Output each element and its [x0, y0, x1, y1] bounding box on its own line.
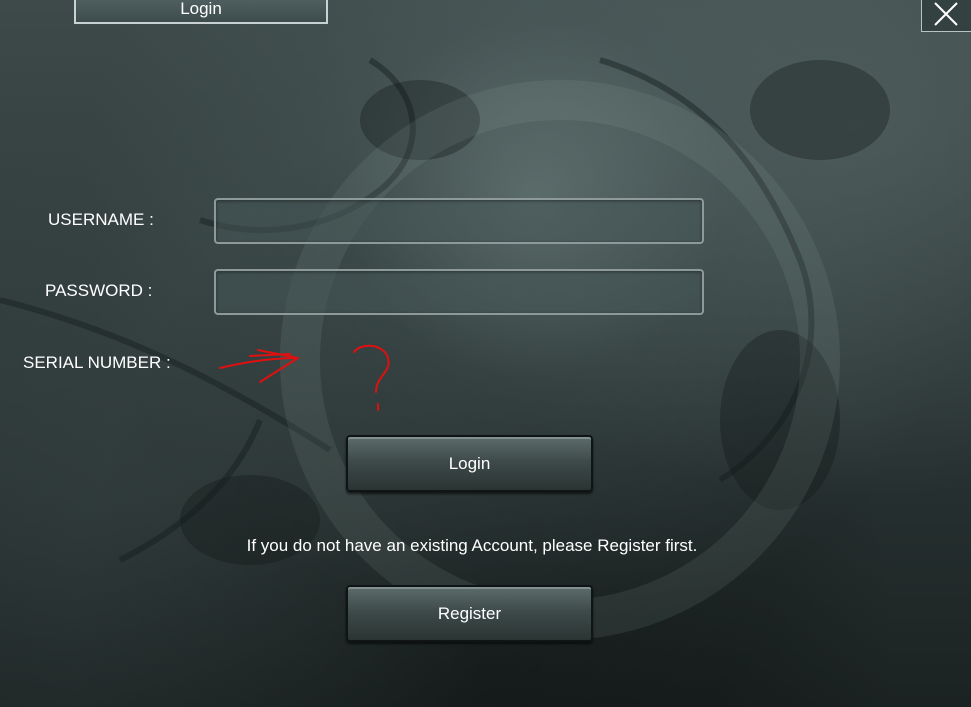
- login-button[interactable]: Login: [346, 435, 593, 492]
- username-label: USERNAME :: [48, 210, 154, 229]
- close-button[interactable]: [921, 0, 971, 32]
- login-window: Login USERNAME : PASSWORD : SERIAL NUMBE…: [0, 0, 971, 707]
- red-arrow-icon: [219, 349, 299, 383]
- username-input[interactable]: [214, 198, 704, 244]
- register-hint: If you do not have an existing Account, …: [246, 536, 698, 555]
- close-icon: [934, 2, 958, 26]
- password-label: PASSWORD :: [45, 281, 153, 300]
- window-title-tab: Login: [74, 0, 328, 24]
- password-input[interactable]: [214, 269, 704, 315]
- register-button[interactable]: Register: [346, 585, 593, 642]
- red-question-mark-icon: [353, 344, 390, 411]
- window-title: Login: [180, 0, 222, 18]
- serial-number-label: SERIAL NUMBER :: [23, 353, 171, 372]
